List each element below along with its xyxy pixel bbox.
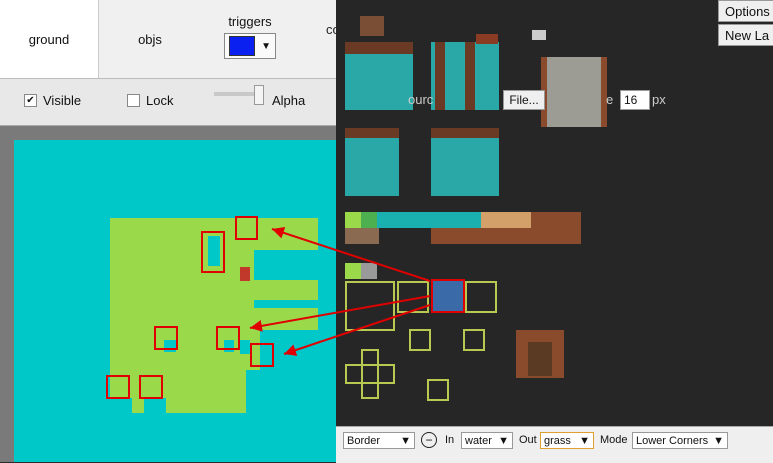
selected-tile[interactable] bbox=[431, 279, 465, 313]
tileset-graphic bbox=[345, 16, 607, 401]
tab-ground[interactable]: ground bbox=[0, 0, 99, 78]
trigger-color-picker[interactable]: ▼ bbox=[224, 33, 276, 59]
autotile-outlines bbox=[345, 281, 497, 401]
size-label: e bbox=[606, 92, 614, 107]
alpha-slider-handle[interactable] bbox=[254, 85, 264, 105]
chevron-down-icon: ▼ bbox=[498, 434, 509, 447]
tab-triggers-label: triggers bbox=[228, 14, 272, 29]
autotile-bar: Border ▼ − In water ▼ Out grass ▼ Mode Lowe… bbox=[336, 426, 773, 463]
source-label: ourc bbox=[408, 92, 434, 107]
chevron-down-icon: ▼ bbox=[713, 434, 724, 447]
tile-size-input[interactable]: 16 bbox=[620, 90, 650, 110]
player-sprite[interactable] bbox=[240, 267, 250, 281]
chevron-down-icon: ▼ bbox=[579, 434, 590, 447]
alpha-label-wrap: Alpha bbox=[272, 93, 305, 108]
alpha-label: Alpha bbox=[272, 93, 306, 108]
visible-check-box[interactable]: ✔ bbox=[24, 94, 37, 107]
file-button-label: File... bbox=[509, 93, 539, 107]
options-label: Options bbox=[725, 3, 770, 19]
autotile-type-value: Border bbox=[347, 434, 381, 447]
trigger-color-swatch bbox=[229, 36, 256, 56]
tab-triggers[interactable]: triggers ▼ bbox=[205, 0, 295, 78]
terrain-strip bbox=[345, 212, 581, 279]
options-button[interactable]: Options bbox=[718, 0, 773, 22]
new-layer-button[interactable]: New La bbox=[718, 24, 773, 46]
autotile-type-select[interactable]: Border ▼ bbox=[343, 432, 415, 449]
layer-controls: ✔ Visible Lock Alpha bbox=[0, 79, 336, 126]
chevron-down-icon: ▼ bbox=[261, 40, 271, 52]
out-label: Out bbox=[519, 434, 537, 446]
out-value: grass bbox=[544, 434, 571, 447]
tileset-panel[interactable] bbox=[336, 0, 773, 426]
corner-mode-value: Lower Corners bbox=[636, 434, 709, 447]
file-button[interactable]: File... bbox=[503, 90, 545, 110]
mode-label: Mode bbox=[600, 434, 628, 446]
visible-checkbox[interactable]: ✔ Visible bbox=[24, 93, 81, 108]
waterfall-tiles bbox=[345, 16, 607, 196]
tab-ground-label: ground bbox=[28, 31, 70, 47]
lock-checkbox[interactable]: Lock bbox=[127, 93, 173, 108]
minus-circle-icon[interactable]: − bbox=[421, 432, 437, 448]
in-label: In bbox=[445, 434, 455, 446]
lock-label: Lock bbox=[146, 93, 174, 108]
tile-size-value: 16 bbox=[624, 93, 638, 107]
in-value: water bbox=[465, 434, 492, 447]
map-canvas[interactable] bbox=[14, 140, 336, 462]
map-drawing bbox=[106, 216, 322, 413]
corner-mode-select[interactable]: Lower Corners ▼ bbox=[632, 432, 728, 449]
in-select[interactable]: water ▼ bbox=[461, 432, 513, 449]
tile-size-unit: px bbox=[652, 92, 666, 107]
layer-tab-bar: ground objs triggers ▼ bbox=[0, 0, 336, 79]
out-select[interactable]: grass ▼ bbox=[540, 432, 594, 449]
tab-objs[interactable]: objs bbox=[100, 0, 200, 78]
chevron-down-icon: ▼ bbox=[400, 434, 411, 447]
tab-objs-label: objs bbox=[138, 31, 162, 47]
visible-label: Visible bbox=[43, 93, 82, 108]
lock-check-box[interactable] bbox=[127, 94, 140, 107]
new-layer-label: New La bbox=[725, 27, 770, 43]
